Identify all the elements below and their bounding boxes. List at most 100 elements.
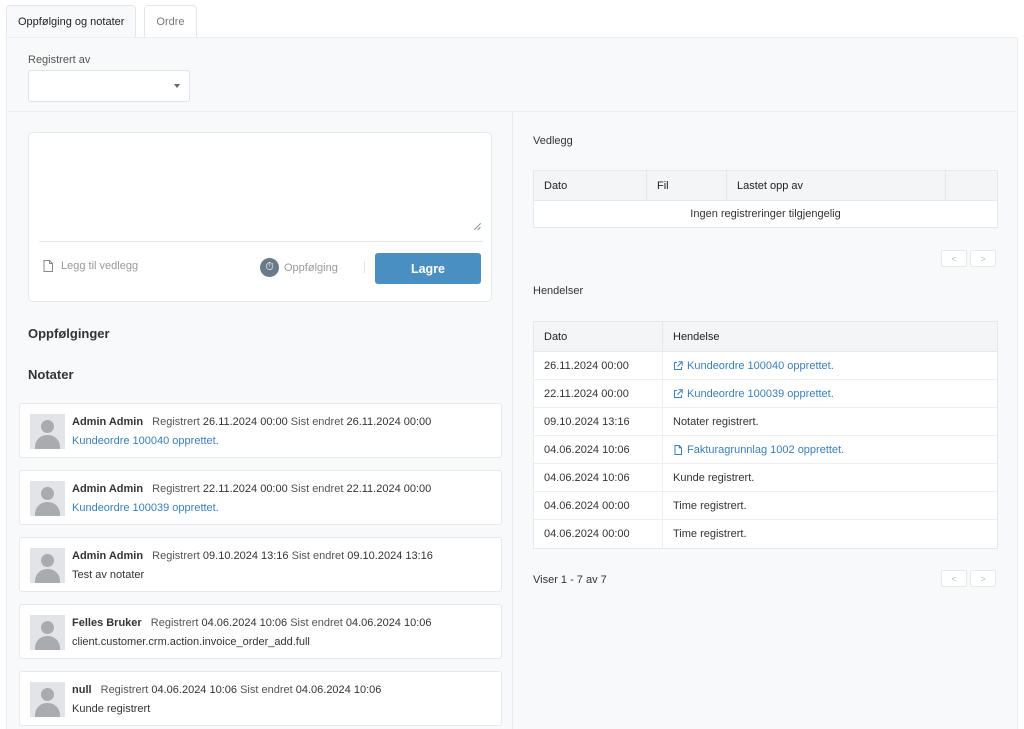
note-changed-date: 09.10.2024 13:16 [347,550,433,562]
event-link[interactable]: Kundeordre 100040 opprettet. [663,352,997,380]
note-registered-date: 04.06.2024 10:06 [151,684,238,696]
table-header: Dato Hendelse [534,322,997,352]
prev-page-button[interactable]: < [941,250,967,267]
event-date: 09.10.2024 13:16 [534,408,663,436]
registered-by-select[interactable] [28,70,190,102]
note-changed-date: 04.06.2024 10:06 [345,617,432,629]
attachments-heading: Vedlegg [533,135,573,147]
pagination-summary: Viser 1 - 7 av 7 [533,574,607,586]
column-date[interactable]: Dato [534,171,647,201]
note-card: Felles Bruker Registrert 04.06.2024 10:0… [19,604,502,659]
prev-page-button[interactable]: < [941,570,967,587]
editor-divider [39,241,483,242]
event-text: Kunde registrert. [673,472,755,484]
table-row: 26.11.2024 00:00 Kundeordre 100040 oppre… [534,352,997,380]
note-link[interactable]: Kundeordre 100040 opprettet. [72,435,219,447]
events-table: Dato Hendelse 26.11.2024 00:00 Kundeordr… [533,321,998,549]
column-event[interactable]: Hendelse [663,322,997,352]
note-changed-label: Sist endret [290,416,344,428]
event-text: Kundeordre 100040 opprettet. [687,360,834,372]
avatar [30,548,65,583]
events-pager: < > [941,570,996,587]
followups-heading: Oppfølginger [28,326,110,341]
attachments-pager: < > [941,250,996,267]
table-row: 04.06.2024 10:06 Fakturagrunnlag 1002 op… [534,436,997,464]
table-row: 09.10.2024 13:16 Notater registrert. [534,408,997,436]
external-link-icon [674,389,683,398]
next-page-button[interactable]: > [970,570,996,587]
note-meta: Admin Admin Registrert 26.11.2024 00:00 … [72,416,431,428]
table-row: 04.06.2024 00:00 Time registrert. [534,520,997,548]
next-page-button[interactable]: > [970,250,996,267]
note-meta: Admin Admin Registrert 22.11.2024 00:00 … [72,483,431,495]
event-link[interactable]: Fakturagrunnlag 1002 opprettet. [663,436,997,464]
note-textarea[interactable] [39,143,483,231]
resize-handle-icon[interactable] [473,222,481,230]
chevron-left-icon: < [951,573,957,584]
column-uploaded-by[interactable]: Lastet opp av [727,171,946,201]
save-button[interactable]: Lagre [375,253,481,284]
note-meta: Felles Bruker Registrert 04.06.2024 10:0… [72,617,432,629]
table-header: Dato Fil Lastet opp av [534,171,997,201]
note-registered-date: 04.06.2024 10:06 [201,617,288,629]
avatar [30,682,65,717]
note-registered-label: Registrert [152,483,200,495]
column-actions [946,171,997,201]
table-row: 04.06.2024 10:06 Kunde registrert. [534,464,997,492]
note-registered-label: Registrert [100,684,149,696]
registered-by-label: Registrert av [28,54,91,66]
events-heading: Hendelser [533,285,584,297]
event-text: Time registrert. [673,528,747,540]
chevron-down-icon [174,84,180,88]
event-text: Time registrert. [673,500,747,512]
chevron-right-icon: > [980,573,986,584]
stopwatch-icon: ⏱ [260,258,279,277]
note-registered-date: 26.11.2024 00:00 [202,416,288,428]
note-card: Admin Admin Registrert 26.11.2024 00:00 … [19,403,502,458]
editor-vertical-divider [364,261,365,273]
add-attachment-label: Legg til vedlegg [61,260,139,272]
external-link-icon [674,361,683,370]
filter-bar: Registrert av [6,37,1018,112]
note-user: Felles Bruker [72,617,142,629]
note-link[interactable]: Kundeordre 100039 opprettet. [72,502,219,514]
note-text: Test av notater [72,569,145,581]
note-registered-label: Registrert [150,617,199,629]
event-text: Notater registrert. [673,416,759,428]
note-changed-date: 22.11.2024 00:00 [346,483,432,495]
note-user: Admin Admin [72,416,144,428]
document-icon [43,260,53,272]
table-row: 04.06.2024 00:00 Time registrert. [534,492,997,520]
note-card: Admin Admin Registrert 22.11.2024 00:00 … [19,470,502,525]
avatar [30,615,65,650]
event-date: 26.11.2024 00:00 [534,352,663,380]
avatar [30,414,65,449]
event-date: 22.11.2024 00:00 [534,380,663,408]
add-attachment-button[interactable]: Legg til vedlegg [43,260,138,272]
note-editor: Legg til vedlegg ⏱ Oppfølging Lagre [28,132,492,302]
note-changed-date: 04.06.2024 10:06 [295,684,382,696]
note-card: null Registrert 04.06.2024 10:06 Sist en… [19,671,502,726]
notes-heading: Notater [28,367,74,382]
tab-bar: Oppfølging og notater Ordre [6,5,197,38]
column-date[interactable]: Dato [534,322,663,352]
event-text: Kundeordre 100039 opprettet. [687,388,834,400]
tab-orders[interactable]: Ordre [144,5,197,38]
note-changed-label: Sist endret [290,617,343,629]
column-file[interactable]: Fil [647,171,727,201]
followup-button[interactable]: ⏱ Oppfølging [260,258,338,277]
main-content: Legg til vedlegg ⏱ Oppfølging Lagre Oppf… [6,111,1018,729]
note-changed-label: Sist endret [290,483,344,495]
chevron-right-icon: > [980,253,986,264]
note-changed-label: Sist endret [291,550,345,562]
event-link[interactable]: Kundeordre 100039 opprettet. [663,380,997,408]
note-changed-label: Sist endret [240,684,293,696]
tab-followup-notes[interactable]: Oppfølging og notater [6,5,137,38]
note-registered-label: Registrert [152,550,200,562]
avatar [30,481,65,516]
empty-state: Ingen registreringer tilgjengelig [690,208,841,220]
note-user: Admin Admin [72,550,144,562]
note-user: null [72,684,92,696]
column-divider [512,112,513,729]
followup-label: Oppfølging [284,261,338,274]
